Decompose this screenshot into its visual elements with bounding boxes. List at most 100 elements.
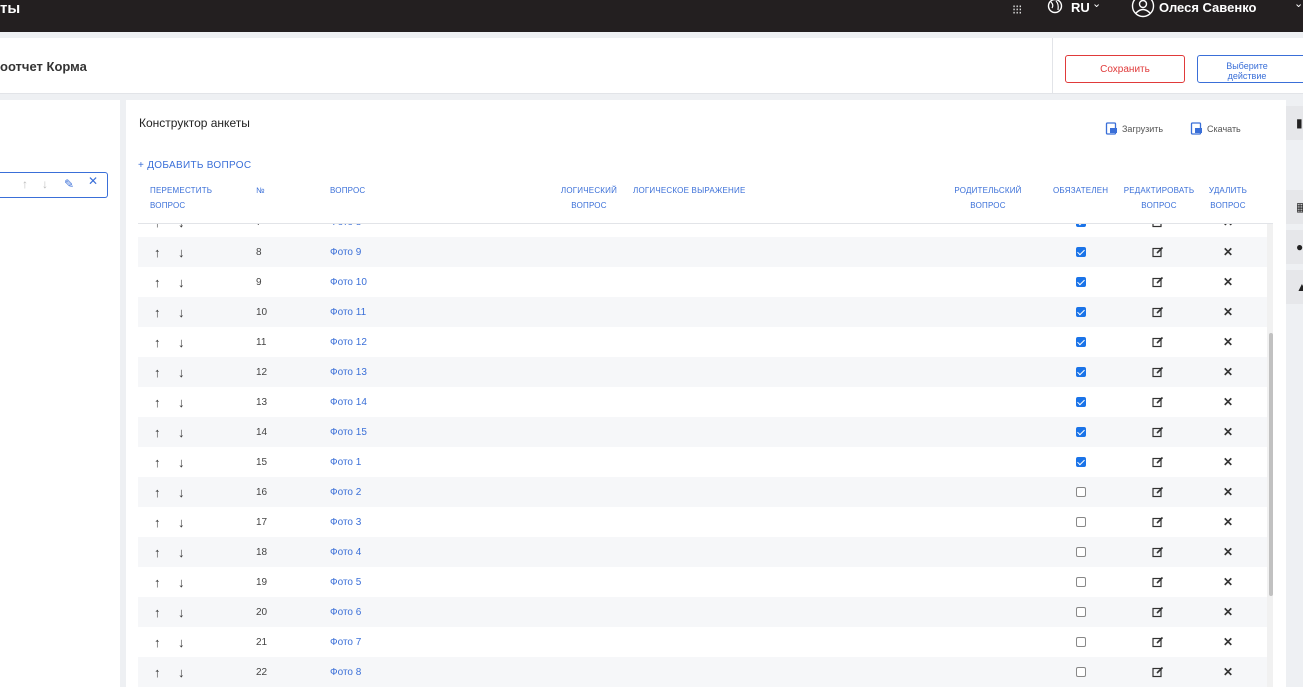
edit-icon[interactable] (1152, 597, 1164, 627)
required-checkbox[interactable] (1076, 267, 1086, 297)
required-checkbox[interactable] (1076, 387, 1086, 417)
arrow-up-icon[interactable]: ↑ (154, 387, 161, 417)
question-link[interactable]: Фото 7 (330, 627, 361, 657)
delete-icon[interactable]: ✕ (1223, 597, 1233, 627)
edit-icon[interactable] (1152, 267, 1164, 297)
avatar-icon[interactable] (1131, 0, 1155, 23)
delete-icon[interactable]: ✕ (1223, 357, 1233, 387)
chevron-down-icon[interactable]: ⌄ (1294, 0, 1303, 10)
arrow-up-icon[interactable]: ↑ (154, 237, 161, 267)
edit-icon[interactable] (1152, 224, 1164, 237)
checkbox[interactable] (1076, 487, 1086, 497)
arrow-down-icon[interactable]: ↓ (178, 297, 185, 327)
edit-icon[interactable] (1152, 447, 1164, 477)
arrow-up-icon[interactable]: ↑ (154, 597, 161, 627)
delete-icon[interactable]: ✕ (1223, 387, 1233, 417)
question-link[interactable]: Фото 15 (330, 417, 367, 447)
edit-icon[interactable] (1152, 387, 1164, 417)
required-checkbox[interactable] (1076, 627, 1086, 657)
selected-item-field[interactable]: ↑ ↓ ✎ ✕ (0, 172, 108, 198)
checkbox[interactable] (1076, 457, 1086, 467)
required-checkbox[interactable] (1076, 657, 1086, 687)
question-link[interactable]: Фото 12 (330, 327, 367, 357)
required-checkbox[interactable] (1076, 597, 1086, 627)
edit-icon[interactable] (1152, 237, 1164, 267)
delete-icon[interactable]: ✕ (1223, 507, 1233, 537)
close-icon[interactable]: ✕ (88, 174, 98, 188)
upload-button[interactable]: Загрузить (1105, 122, 1163, 135)
arrow-down-icon[interactable]: ↓ (178, 567, 185, 597)
delete-icon[interactable]: ✕ (1223, 224, 1233, 237)
required-checkbox[interactable] (1076, 477, 1086, 507)
arrow-up-icon[interactable]: ↑ (154, 297, 161, 327)
edit-icon[interactable] (1152, 327, 1164, 357)
globe-icon[interactable] (1047, 0, 1063, 19)
arrow-up-icon[interactable]: ↑ (154, 447, 161, 477)
required-checkbox[interactable] (1076, 237, 1086, 267)
edit-icon[interactable] (1152, 477, 1164, 507)
delete-icon[interactable]: ✕ (1223, 447, 1233, 477)
checkbox[interactable] (1076, 427, 1086, 437)
pencil-icon[interactable]: ✎ (64, 177, 74, 191)
required-checkbox[interactable] (1076, 567, 1086, 597)
checkbox[interactable] (1076, 337, 1086, 347)
delete-icon[interactable]: ✕ (1223, 477, 1233, 507)
arrow-down-icon[interactable]: ↓ (178, 237, 185, 267)
question-link[interactable]: Фото 10 (330, 267, 367, 297)
arrow-down-icon[interactable]: ↓ (178, 357, 185, 387)
delete-icon[interactable]: ✕ (1223, 657, 1233, 687)
select-action-button[interactable]: Выберите действие (1197, 55, 1303, 83)
arrow-down-icon[interactable]: ↓ (178, 507, 185, 537)
arrow-down-icon[interactable]: ↓ (178, 657, 185, 687)
chevron-down-icon[interactable]: ⌄ (1092, 0, 1101, 10)
arrow-down-icon[interactable]: ↓ (178, 387, 185, 417)
edit-icon[interactable] (1152, 657, 1164, 687)
delete-icon[interactable]: ✕ (1223, 327, 1233, 357)
arrow-up-icon[interactable]: ↑ (22, 177, 28, 191)
edit-icon[interactable] (1152, 537, 1164, 567)
edit-icon[interactable] (1152, 357, 1164, 387)
arrow-up-icon[interactable]: ↑ (154, 657, 161, 687)
question-link[interactable]: Фото 14 (330, 387, 367, 417)
apps-grid-icon[interactable]: ⁝⁝⁝ (1012, 2, 1022, 18)
delete-icon[interactable]: ✕ (1223, 297, 1233, 327)
delete-icon[interactable]: ✕ (1223, 267, 1233, 297)
arrow-up-icon[interactable]: ↑ (154, 537, 161, 567)
arrow-down-icon[interactable]: ↓ (178, 627, 185, 657)
required-checkbox[interactable] (1076, 537, 1086, 567)
user-name[interactable]: Олеся Савенко (1159, 0, 1256, 15)
question-link[interactable]: Фото 11 (330, 297, 366, 327)
question-link[interactable]: Фото 6 (330, 597, 361, 627)
checkbox[interactable] (1076, 547, 1086, 557)
checkbox[interactable] (1076, 224, 1086, 227)
required-checkbox[interactable] (1076, 507, 1086, 537)
question-link[interactable]: Фото 13 (330, 357, 367, 387)
arrow-down-icon[interactable]: ↓ (178, 224, 185, 237)
edit-icon[interactable] (1152, 417, 1164, 447)
required-checkbox[interactable] (1076, 447, 1086, 477)
delete-icon[interactable]: ✕ (1223, 627, 1233, 657)
delete-icon[interactable]: ✕ (1223, 237, 1233, 267)
checkbox[interactable] (1076, 367, 1086, 377)
checkbox[interactable] (1076, 607, 1086, 617)
arrow-down-icon[interactable]: ↓ (178, 417, 185, 447)
edit-icon[interactable] (1152, 627, 1164, 657)
question-link[interactable]: Фото 8 (330, 224, 361, 237)
arrow-down-icon[interactable]: ↓ (42, 177, 48, 191)
arrow-up-icon[interactable]: ↑ (154, 357, 161, 387)
rail-button-1[interactable]: ▮ (1286, 106, 1303, 140)
edit-icon[interactable] (1152, 297, 1164, 327)
arrow-up-icon[interactable]: ↑ (154, 627, 161, 657)
rail-button-3[interactable]: ● (1286, 230, 1303, 264)
delete-icon[interactable]: ✕ (1223, 417, 1233, 447)
question-link[interactable]: Фото 9 (330, 237, 361, 267)
arrow-up-icon[interactable]: ↑ (154, 477, 161, 507)
add-question-button[interactable]: + ДОБАВИТЬ ВОПРОС (138, 160, 251, 171)
download-button[interactable]: Скачать (1190, 122, 1241, 135)
arrow-up-icon[interactable]: ↑ (154, 567, 161, 597)
rail-button-2[interactable]: ▦ (1286, 190, 1303, 224)
arrow-down-icon[interactable]: ↓ (178, 267, 185, 297)
scrollbar-thumb[interactable] (1269, 333, 1273, 596)
rail-button-4[interactable]: ▲ (1286, 270, 1303, 304)
question-link[interactable]: Фото 1 (330, 447, 361, 477)
